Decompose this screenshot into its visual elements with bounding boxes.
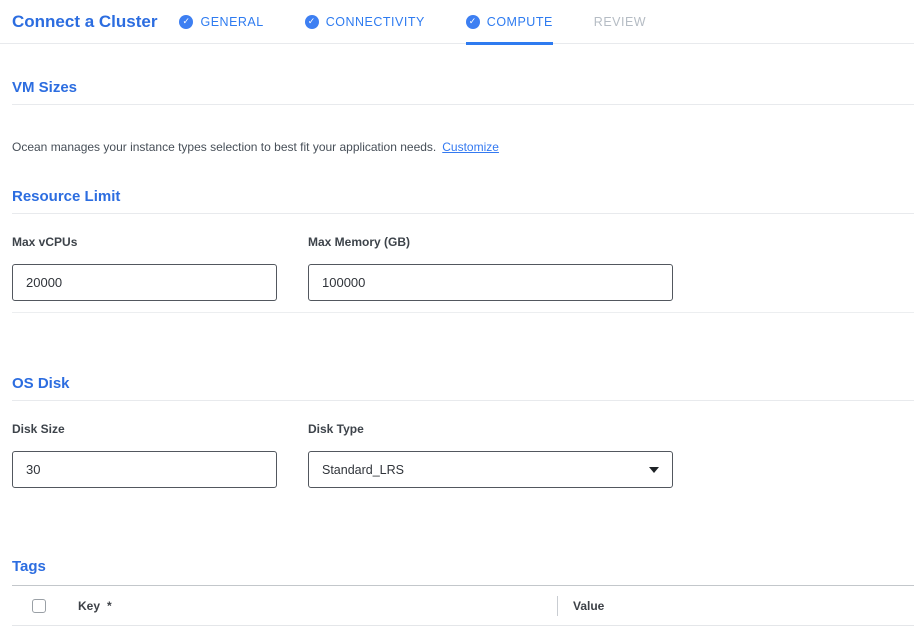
check-circle-icon (179, 15, 193, 29)
tags-section: Tags Key * Value (12, 558, 914, 626)
check-circle-icon (466, 15, 480, 29)
tab-compute[interactable]: COMPUTE (466, 0, 553, 44)
page-title: Connect a Cluster (12, 12, 157, 32)
vm-sizes-section: VM Sizes Ocean manages your instance typ… (12, 79, 914, 154)
max-vcpus-input[interactable] (12, 264, 277, 301)
wizard-tabs: GENERAL CONNECTIVITY COMPUTE REVIEW (179, 0, 687, 44)
tags-table-header: Key * Value (12, 585, 914, 626)
max-vcpus-label: Max vCPUs (12, 235, 277, 250)
os-disk-heading: OS Disk (12, 375, 914, 393)
resource-limit-section: Resource Limit Max vCPUs Max Memory (GB) (12, 188, 914, 313)
disk-size-label: Disk Size (12, 422, 277, 437)
check-circle-icon (305, 15, 319, 29)
tags-heading: Tags (12, 558, 914, 576)
key-column-header: Key (78, 599, 100, 613)
tab-general[interactable]: GENERAL (179, 0, 263, 44)
divider (12, 312, 914, 313)
max-memory-label: Max Memory (GB) (308, 235, 673, 250)
max-memory-input[interactable] (308, 264, 673, 301)
required-asterisk: * (107, 599, 112, 613)
divider (12, 213, 914, 214)
tab-review[interactable]: REVIEW (594, 0, 646, 44)
disk-type-label: Disk Type (308, 422, 673, 437)
vm-sizes-description: Ocean manages your instance types select… (12, 140, 914, 154)
tab-connectivity[interactable]: CONNECTIVITY (305, 0, 425, 44)
tab-connectivity-label: CONNECTIVITY (326, 15, 425, 29)
vm-sizes-description-text: Ocean manages your instance types select… (12, 140, 436, 154)
customize-link[interactable]: Customize (442, 140, 499, 154)
compute-step-content: VM Sizes Ocean manages your instance typ… (0, 79, 914, 626)
os-disk-section: OS Disk Disk Size Disk Type Standard_LRS (12, 375, 914, 488)
disk-type-selected-value: Standard_LRS (322, 463, 404, 477)
disk-size-input[interactable] (12, 451, 277, 488)
tab-review-label: REVIEW (594, 15, 646, 29)
wizard-header: Connect a Cluster GENERAL CONNECTIVITY C… (0, 0, 914, 44)
vm-sizes-heading: VM Sizes (12, 79, 914, 97)
chevron-down-icon (649, 467, 659, 473)
value-column-header: Value (573, 599, 604, 613)
tab-general-label: GENERAL (200, 15, 263, 29)
tab-compute-label: COMPUTE (487, 15, 553, 29)
disk-type-select[interactable]: Standard_LRS (308, 451, 673, 488)
divider (12, 104, 914, 105)
select-all-checkbox[interactable] (32, 599, 46, 613)
resource-limit-heading: Resource Limit (12, 188, 914, 206)
divider (12, 400, 914, 401)
